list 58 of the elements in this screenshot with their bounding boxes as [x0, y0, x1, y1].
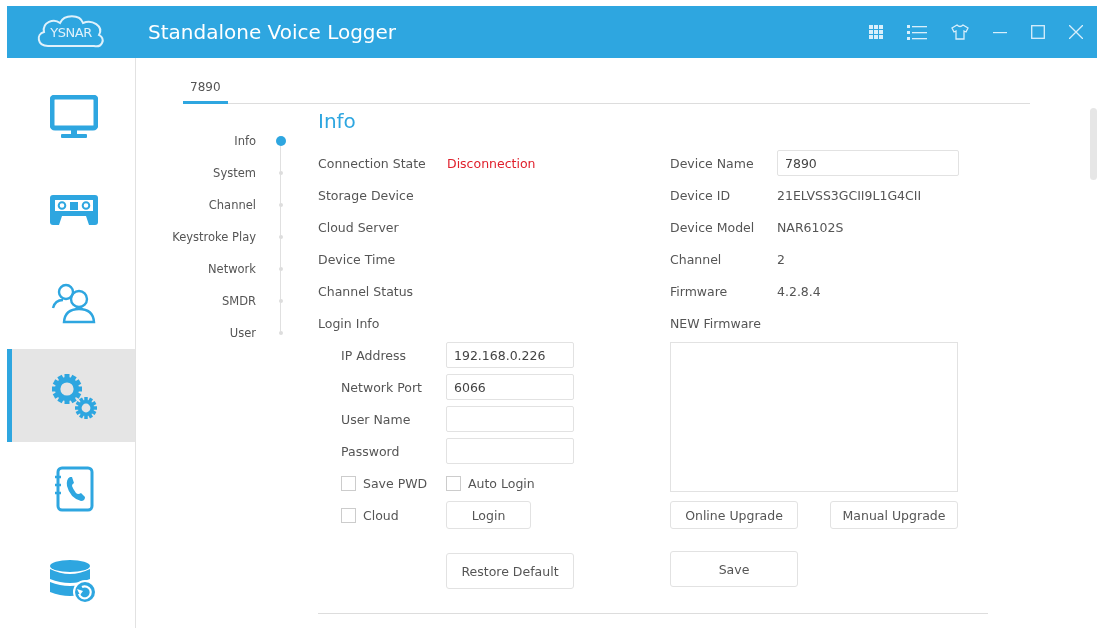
field-label: Cloud Server: [318, 219, 400, 235]
section-link[interactable]: User: [158, 323, 256, 355]
field-value: 4.2.8.4: [777, 283, 821, 299]
section-link[interactable]: Keystroke Play: [158, 227, 256, 259]
field-label: Storage Device: [318, 187, 415, 203]
input-field[interactable]: 192.168.0.226: [446, 342, 574, 368]
section-link[interactable]: System: [158, 163, 256, 195]
field-label: Password: [341, 443, 401, 459]
field-value: NAR6102S: [777, 219, 844, 235]
field-label: Device ID: [670, 187, 732, 203]
monitor-icon: [49, 94, 98, 139]
status-value: Disconnection: [447, 155, 536, 171]
maximize-icon[interactable]: [1031, 25, 1045, 39]
field-label: User Name: [341, 411, 412, 427]
restore-default-button[interactable]: Restore Default: [446, 553, 574, 589]
scrollbar-thumb[interactable]: [1090, 108, 1097, 180]
input-field[interactable]: [446, 438, 574, 464]
input-field[interactable]: [446, 406, 574, 432]
field-value: 21ELVSS3GCII9L1G4CII: [777, 187, 922, 203]
close-icon[interactable]: [1069, 25, 1083, 39]
section-link[interactable]: Channel: [158, 195, 256, 227]
field-label: Firmware: [670, 283, 729, 299]
list-icon[interactable]: [907, 24, 927, 40]
field-label: Device Name: [670, 155, 755, 171]
input-field[interactable]: 6066: [446, 374, 574, 400]
section-link[interactable]: Network: [158, 259, 256, 291]
upgrade-button[interactable]: Online Upgrade: [670, 501, 798, 529]
logo-text: YSNAR: [50, 24, 92, 40]
field-label: Channel: [670, 251, 723, 267]
tab[interactable]: 7890: [183, 80, 228, 104]
phonebook-icon: [53, 465, 94, 512]
field-label: Connection State: [318, 155, 427, 171]
device-name-field[interactable]: 7890: [777, 150, 959, 176]
firmware-text-area[interactable]: [670, 342, 958, 492]
field-label: Channel Status: [318, 283, 415, 299]
upgrade-button[interactable]: Manual Upgrade: [830, 501, 958, 529]
window-title: Standalone Voice Logger: [148, 20, 398, 44]
field-label: Device Time: [318, 251, 397, 267]
field-label: Device Model: [670, 219, 756, 235]
checkbox[interactable]: Auto Login: [446, 475, 535, 491]
save-button[interactable]: Save: [670, 551, 798, 587]
users-icon: [50, 281, 97, 324]
shirt-icon[interactable]: [951, 24, 969, 40]
gears-icon: [49, 371, 98, 420]
section-heading: Info: [318, 113, 357, 129]
field-label: Network Port: [341, 379, 423, 395]
sidebar-item[interactable]: [7, 349, 135, 442]
grid-icon[interactable]: [869, 25, 883, 39]
field-label: Login Info: [318, 315, 381, 331]
cassette-icon: [48, 193, 99, 226]
field-value: 2: [777, 251, 785, 267]
checkbox[interactable]: Cloud: [341, 507, 446, 523]
login-button[interactable]: Login: [446, 501, 531, 529]
field-label: NEW Firmware: [670, 315, 762, 331]
checkbox[interactable]: Save PWD: [341, 475, 446, 491]
section-link[interactable]: SMDR: [158, 291, 256, 323]
field-label: IP Address: [341, 347, 407, 363]
section-link[interactable]: Info: [158, 131, 256, 163]
